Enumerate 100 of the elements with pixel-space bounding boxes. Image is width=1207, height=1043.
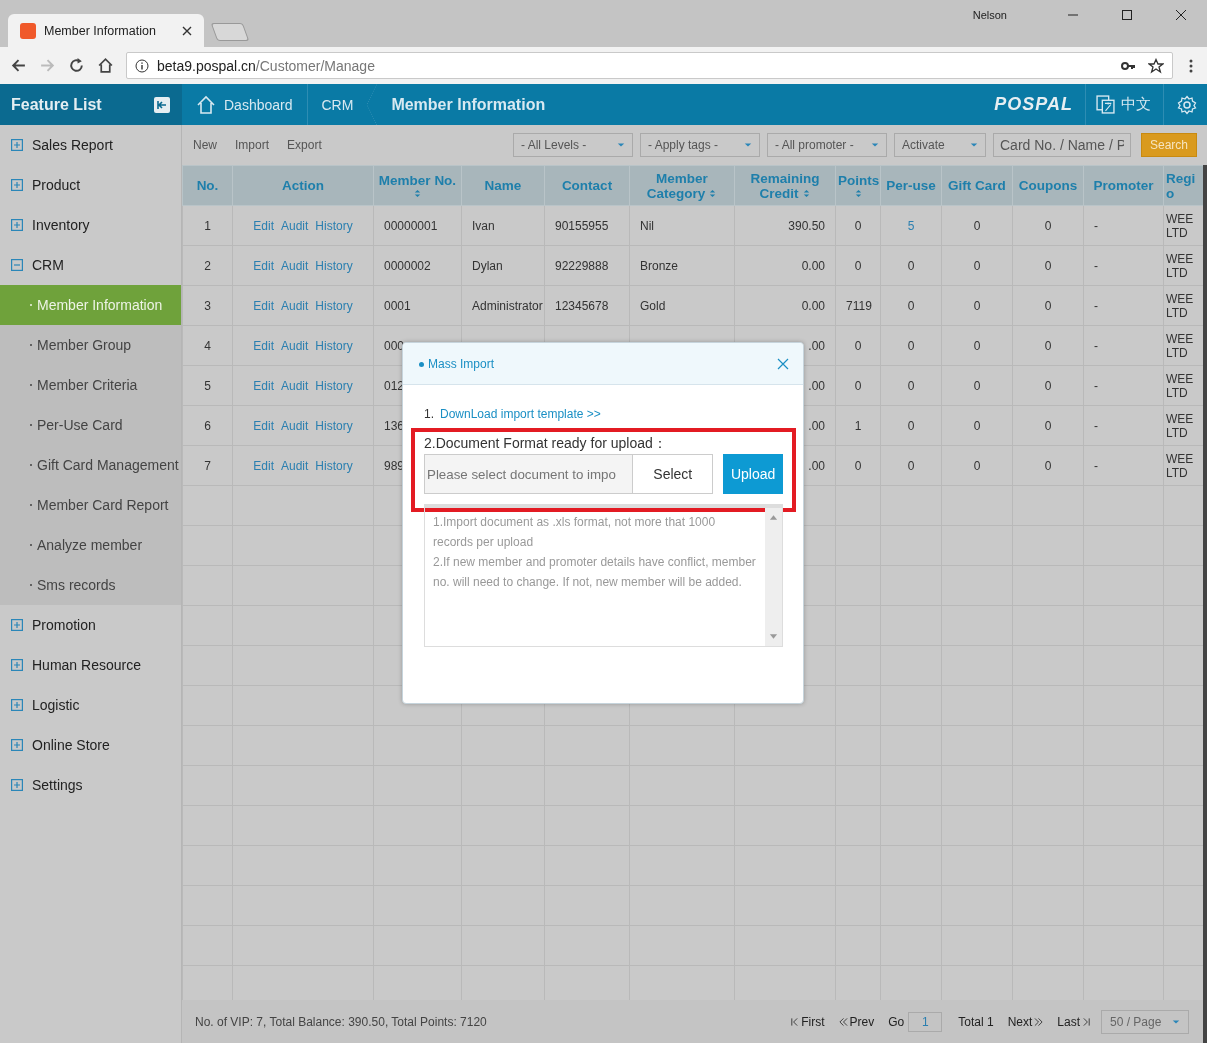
- sidebar-item[interactable]: Settings: [0, 765, 181, 805]
- action-link[interactable]: Audit: [281, 378, 309, 393]
- action-link[interactable]: Audit: [281, 418, 309, 433]
- column-header: Regi o: [1163, 165, 1203, 206]
- column-header[interactable]: Points: [835, 165, 881, 206]
- breadcrumb-item[interactable]: CRM: [307, 84, 368, 125]
- table-cell: 6: [204, 418, 211, 433]
- action-link[interactable]: Audit: [281, 258, 309, 273]
- new-tab-button[interactable]: [210, 23, 250, 41]
- action-link[interactable]: Edit: [253, 218, 274, 233]
- sidebar-subitem[interactable]: Gift Card Management: [0, 445, 181, 485]
- expand-icon: [11, 739, 23, 751]
- action-link[interactable]: History: [315, 418, 353, 433]
- column-header[interactable]: Member No.: [373, 165, 462, 206]
- sidebar-item[interactable]: Online Store: [0, 725, 181, 765]
- toolbar-link[interactable]: Import: [235, 138, 270, 152]
- action-link[interactable]: Edit: [253, 458, 274, 473]
- close-tab-icon[interactable]: [182, 25, 192, 36]
- column-header: Name: [461, 165, 545, 206]
- maximize-icon[interactable]: [1121, 9, 1133, 21]
- action-link[interactable]: History: [315, 378, 353, 393]
- sort-icon[interactable]: [853, 189, 863, 198]
- chevron-icon: [1082, 1016, 1091, 1027]
- sidebar-item[interactable]: Human Resource: [0, 645, 181, 685]
- filter-dropdown[interactable]: Activate: [894, 133, 986, 157]
- caret-icon: [617, 141, 625, 149]
- table-cell: Administrator: [472, 298, 543, 313]
- sidebar-subitem[interactable]: Member Criteria: [0, 365, 181, 405]
- sidebar-item[interactable]: Promotion: [0, 605, 181, 645]
- close-icon[interactable]: [1175, 9, 1187, 21]
- action-link[interactable]: History: [315, 218, 353, 233]
- filter-dropdown[interactable]: - Apply tags -: [640, 133, 760, 157]
- scroll-down-icon[interactable]: [769, 634, 778, 640]
- sort-icon[interactable]: [708, 188, 718, 198]
- action-link[interactable]: Edit: [253, 378, 274, 393]
- select-button[interactable]: Select: [633, 454, 714, 494]
- column-header[interactable]: Remaining Credit: [734, 165, 836, 206]
- pager-button[interactable]: First: [790, 1014, 825, 1029]
- action-link[interactable]: Edit: [253, 338, 274, 353]
- pager-button[interactable]: Last: [1057, 1014, 1091, 1029]
- table-cell: .00: [808, 378, 825, 393]
- sidebar-item[interactable]: CRM: [0, 245, 181, 285]
- action-link[interactable]: History: [315, 338, 353, 353]
- address-field[interactable]: beta9.pospal.cn/Customer/Manage: [126, 52, 1173, 79]
- sidebar-subitem[interactable]: Analyze member: [0, 525, 181, 565]
- reload-icon[interactable]: [68, 57, 85, 74]
- table-cell: Nil: [640, 218, 654, 233]
- action-link[interactable]: Edit: [253, 298, 274, 313]
- column-header: Promoter: [1083, 165, 1164, 206]
- collapse-icon[interactable]: [154, 96, 170, 113]
- sidebar-item[interactable]: Inventory: [0, 205, 181, 245]
- toolbar-link[interactable]: Export: [287, 138, 322, 152]
- action-link[interactable]: Edit: [253, 258, 274, 273]
- star-icon[interactable]: [1148, 57, 1164, 74]
- page-field[interactable]: 1: [908, 1011, 943, 1032]
- action-link[interactable]: Audit: [281, 218, 309, 233]
- action-link[interactable]: Edit: [253, 418, 274, 433]
- sidebar-item[interactable]: Logistic: [0, 685, 181, 725]
- back-arrow-icon[interactable]: [10, 57, 27, 74]
- brand-logo[interactable]: POSPAL: [994, 94, 1073, 115]
- action-link[interactable]: Audit: [281, 458, 309, 473]
- table-cell: 0: [973, 418, 981, 433]
- action-link[interactable]: History: [315, 458, 353, 473]
- sidebar-subitem[interactable]: Member Card Report: [0, 485, 181, 525]
- action-link[interactable]: Audit: [281, 298, 309, 313]
- table-cell: .00: [808, 458, 825, 473]
- breadcrumb-item[interactable]: Dashboard: [182, 84, 307, 125]
- pager-button[interactable]: Prev: [838, 1014, 875, 1029]
- menu-icon[interactable]: [1189, 57, 1193, 74]
- sidebar-subitem[interactable]: Member Group: [0, 325, 181, 365]
- scroll-up-icon[interactable]: [769, 514, 778, 520]
- search-button[interactable]: Search: [1141, 133, 1197, 157]
- filter-dropdown[interactable]: - All promoter -: [767, 133, 887, 157]
- table-cell: 0.00: [801, 258, 825, 273]
- page-size-dropdown[interactable]: 50 / Page: [1101, 1009, 1189, 1034]
- step-label: 2.Document Format ready for upload：: [424, 435, 668, 453]
- browser-tab[interactable]: Member Information: [8, 14, 204, 47]
- action-link[interactable]: Audit: [281, 338, 309, 353]
- home-icon[interactable]: [97, 57, 114, 74]
- sidebar-subitem[interactable]: Sms records: [0, 565, 181, 605]
- pager-button[interactable]: Next: [1007, 1014, 1044, 1029]
- sort-icon[interactable]: [801, 188, 811, 198]
- filter-dropdown[interactable]: - All Levels -: [513, 133, 633, 157]
- download-template-link[interactable]: DownLoad import template >>: [440, 407, 601, 421]
- action-link[interactable]: History: [315, 258, 353, 273]
- cell-link[interactable]: 5: [907, 218, 915, 233]
- column-header[interactable]: Member Category: [629, 165, 735, 206]
- sidebar-subitem[interactable]: Per-Use Card: [0, 405, 181, 445]
- sidebar-item[interactable]: Product: [0, 165, 181, 205]
- sort-icon[interactable]: [413, 189, 422, 198]
- upload-button[interactable]: Upload: [723, 454, 783, 494]
- toolbar-link[interactable]: New: [193, 138, 217, 152]
- dialog-title: Mass Import: [419, 356, 494, 371]
- action-link[interactable]: History: [315, 298, 353, 313]
- profile-name[interactable]: Nelson: [972, 9, 1007, 21]
- settings-icon[interactable]: [1177, 94, 1197, 115]
- sidebar-subitem[interactable]: Member Information: [0, 285, 181, 325]
- sidebar-item[interactable]: Sales Report: [0, 125, 181, 165]
- scrollbar[interactable]: [765, 508, 782, 646]
- file-field[interactable]: Please select document to impo: [424, 454, 634, 494]
